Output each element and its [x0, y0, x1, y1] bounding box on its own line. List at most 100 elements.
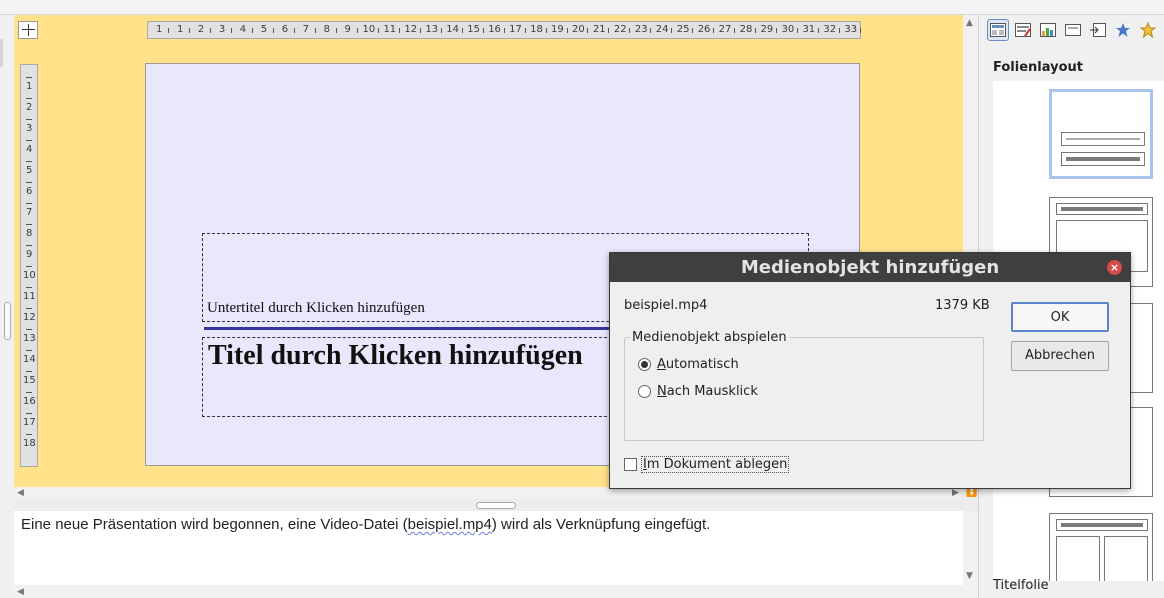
layout-content-left [1056, 536, 1100, 581]
h-ruler-tick [546, 28, 547, 33]
notes-text[interactable]: Eine neue Präsentation wird begonnen, ei… [21, 516, 710, 533]
h-ruler-label: 22 [613, 24, 627, 35]
vertical-ruler[interactable]: 1 2 3 4 5 6 7 8 9 10 11 12 13 14 15 16 17 18 [20, 64, 38, 467]
h-ruler-tick [336, 28, 337, 33]
notes-horizontal-scrollbar[interactable]: ◀ [14, 585, 978, 598]
splitter-grip[interactable] [476, 502, 516, 509]
notes-splitter[interactable] [14, 499, 978, 511]
h-ruler-label: 7 [302, 24, 310, 35]
h-ruler-label: 5 [260, 24, 268, 35]
h-ruler-label: 15 [467, 24, 480, 35]
scroll-left-arrow-icon[interactable]: ◀ [17, 488, 24, 498]
h-ruler-label: 28 [739, 24, 753, 35]
v-ruler-label: 4 [26, 144, 33, 155]
h-ruler-tick [650, 28, 651, 33]
h-ruler-label: 24 [655, 24, 669, 35]
radio-on-click-mnemonic: N [657, 384, 667, 399]
impress-window: 1 1 2 3 4 5 6 7 8 9 10 11 12 13 14 15 16 17 18 19 20 21 22 23 24… [0, 0, 1164, 598]
h-ruler-tick [315, 28, 316, 33]
h-ruler-tick [734, 28, 735, 33]
layout-subtitle-line [1066, 138, 1140, 140]
scroll-right-arrow-icon[interactable]: ▶ [952, 488, 959, 498]
v-ruler-tick [26, 224, 32, 225]
close-icon[interactable]: × [1107, 260, 1122, 275]
v-ruler-label: 9 [26, 249, 33, 260]
h-ruler-tick [273, 28, 274, 33]
radio-automatic[interactable]: Automatisch [638, 357, 739, 372]
h-ruler-label: 8 [323, 24, 330, 35]
pane-edge-mark [0, 39, 3, 67]
slide-pane-expand-handle[interactable] [4, 302, 11, 340]
h-ruler-tick [210, 28, 211, 33]
cancel-button[interactable]: Abbrechen [1011, 341, 1109, 371]
h-ruler-tick [252, 28, 253, 33]
animation-icon[interactable] [1112, 19, 1134, 41]
v-ruler-tick [26, 245, 32, 246]
h-ruler-tick [462, 28, 463, 33]
navigator-icon[interactable] [1087, 19, 1109, 41]
scroll-down-end-icon[interactable]: ⏬ [966, 488, 977, 498]
scroll-up-arrow-icon[interactable]: ▲ [966, 18, 973, 28]
radio-automatic-button[interactable] [638, 358, 651, 371]
embed-checkbox[interactable] [624, 458, 637, 471]
layout-thumb-title-slide[interactable] [1049, 89, 1153, 179]
layout-title-box [1056, 519, 1148, 531]
ok-button[interactable]: OK [1011, 302, 1109, 332]
master-slides-icon[interactable] [1062, 19, 1084, 41]
h-ruler-label: 23 [634, 24, 648, 35]
radio-on-click-button[interactable] [638, 385, 651, 398]
h-ruler-label: 33 [844, 24, 858, 35]
layout-selected-name: Titelfolie [993, 578, 1049, 593]
notes-scroll-down-icon[interactable]: ▼ [966, 571, 973, 581]
h-ruler-tick [839, 28, 840, 33]
insert-media-dialog: Medienobjekt hinzufügen × beispiel.mp4 1… [609, 252, 1131, 489]
h-ruler-label: 4 [239, 24, 247, 35]
embed-checkbox-label[interactable]: Im Dokument ablegen [641, 456, 790, 473]
embed-checkbox-row[interactable]: Im Dokument ablegen [624, 456, 790, 473]
h-ruler-tick [776, 28, 777, 33]
h-ruler-tick [860, 28, 861, 33]
h-ruler-tick [587, 28, 588, 33]
h-ruler-tick [378, 28, 379, 33]
h-ruler-label: 30 [781, 24, 795, 35]
h-ruler-label: 2 [197, 24, 205, 35]
h-ruler-tick [168, 28, 169, 33]
radio-on-click[interactable]: Nach Mausklick [638, 384, 758, 399]
v-ruler-label: 12 [23, 312, 36, 323]
v-ruler-label: 5 [26, 165, 33, 176]
top-toolbar-strip [0, 0, 1164, 15]
h-ruler-tick [357, 28, 358, 33]
layout-content-right [1104, 536, 1148, 581]
notes-area[interactable]: Eine neue Präsentation wird begonnen, ei… [14, 511, 963, 585]
ruler-tab-selector[interactable] [18, 21, 38, 39]
layout-title-box [1061, 152, 1145, 166]
h-ruler-tick [797, 28, 798, 33]
v-ruler-tick [26, 287, 32, 288]
subtitle-placeholder-text[interactable]: Untertitel durch Klicken hinzufügen [207, 300, 425, 317]
properties-icon[interactable] [987, 19, 1009, 41]
h-ruler-tick [420, 28, 421, 33]
v-ruler-label: 10 [23, 270, 36, 281]
h-ruler-label: 26 [697, 24, 711, 35]
h-ruler-tick [483, 28, 484, 33]
embed-checkbox-rest: m Dokument ablegen [646, 457, 788, 472]
styles-icon[interactable] [1012, 19, 1034, 41]
title-placeholder-text[interactable]: Titel durch Klicken hinzufügen [208, 340, 583, 372]
gallery-icon[interactable] [1037, 19, 1059, 41]
slide-transition-icon[interactable] [1137, 19, 1159, 41]
dialog-titlebar[interactable]: Medienobjekt hinzufügen × [610, 253, 1130, 282]
notes-text-spellcheck: beispiel.mp4 [407, 516, 492, 533]
h-ruler-label: 20 [572, 24, 585, 35]
horizontal-ruler[interactable]: 1 1 2 3 4 5 6 7 8 9 10 11 12 13 14 15 16 17 18 19 20 21 22 23 24… [147, 21, 861, 39]
layout-thumb-centered[interactable] [1049, 513, 1153, 581]
notes-scroll-left-icon[interactable]: ◀ [17, 587, 24, 597]
v-ruler-tick [26, 203, 32, 204]
sidebar-deck-tabs [987, 19, 1159, 43]
h-ruler-label: 12 [404, 24, 418, 35]
notes-vertical-scrollbar[interactable]: ▼ [963, 511, 978, 585]
h-ruler-label: 16 [488, 24, 501, 35]
v-ruler-label: 16 [23, 396, 36, 407]
title-divider-line [204, 327, 614, 330]
h-ruler-label: 6 [281, 24, 289, 35]
h-ruler-tick [608, 28, 609, 33]
